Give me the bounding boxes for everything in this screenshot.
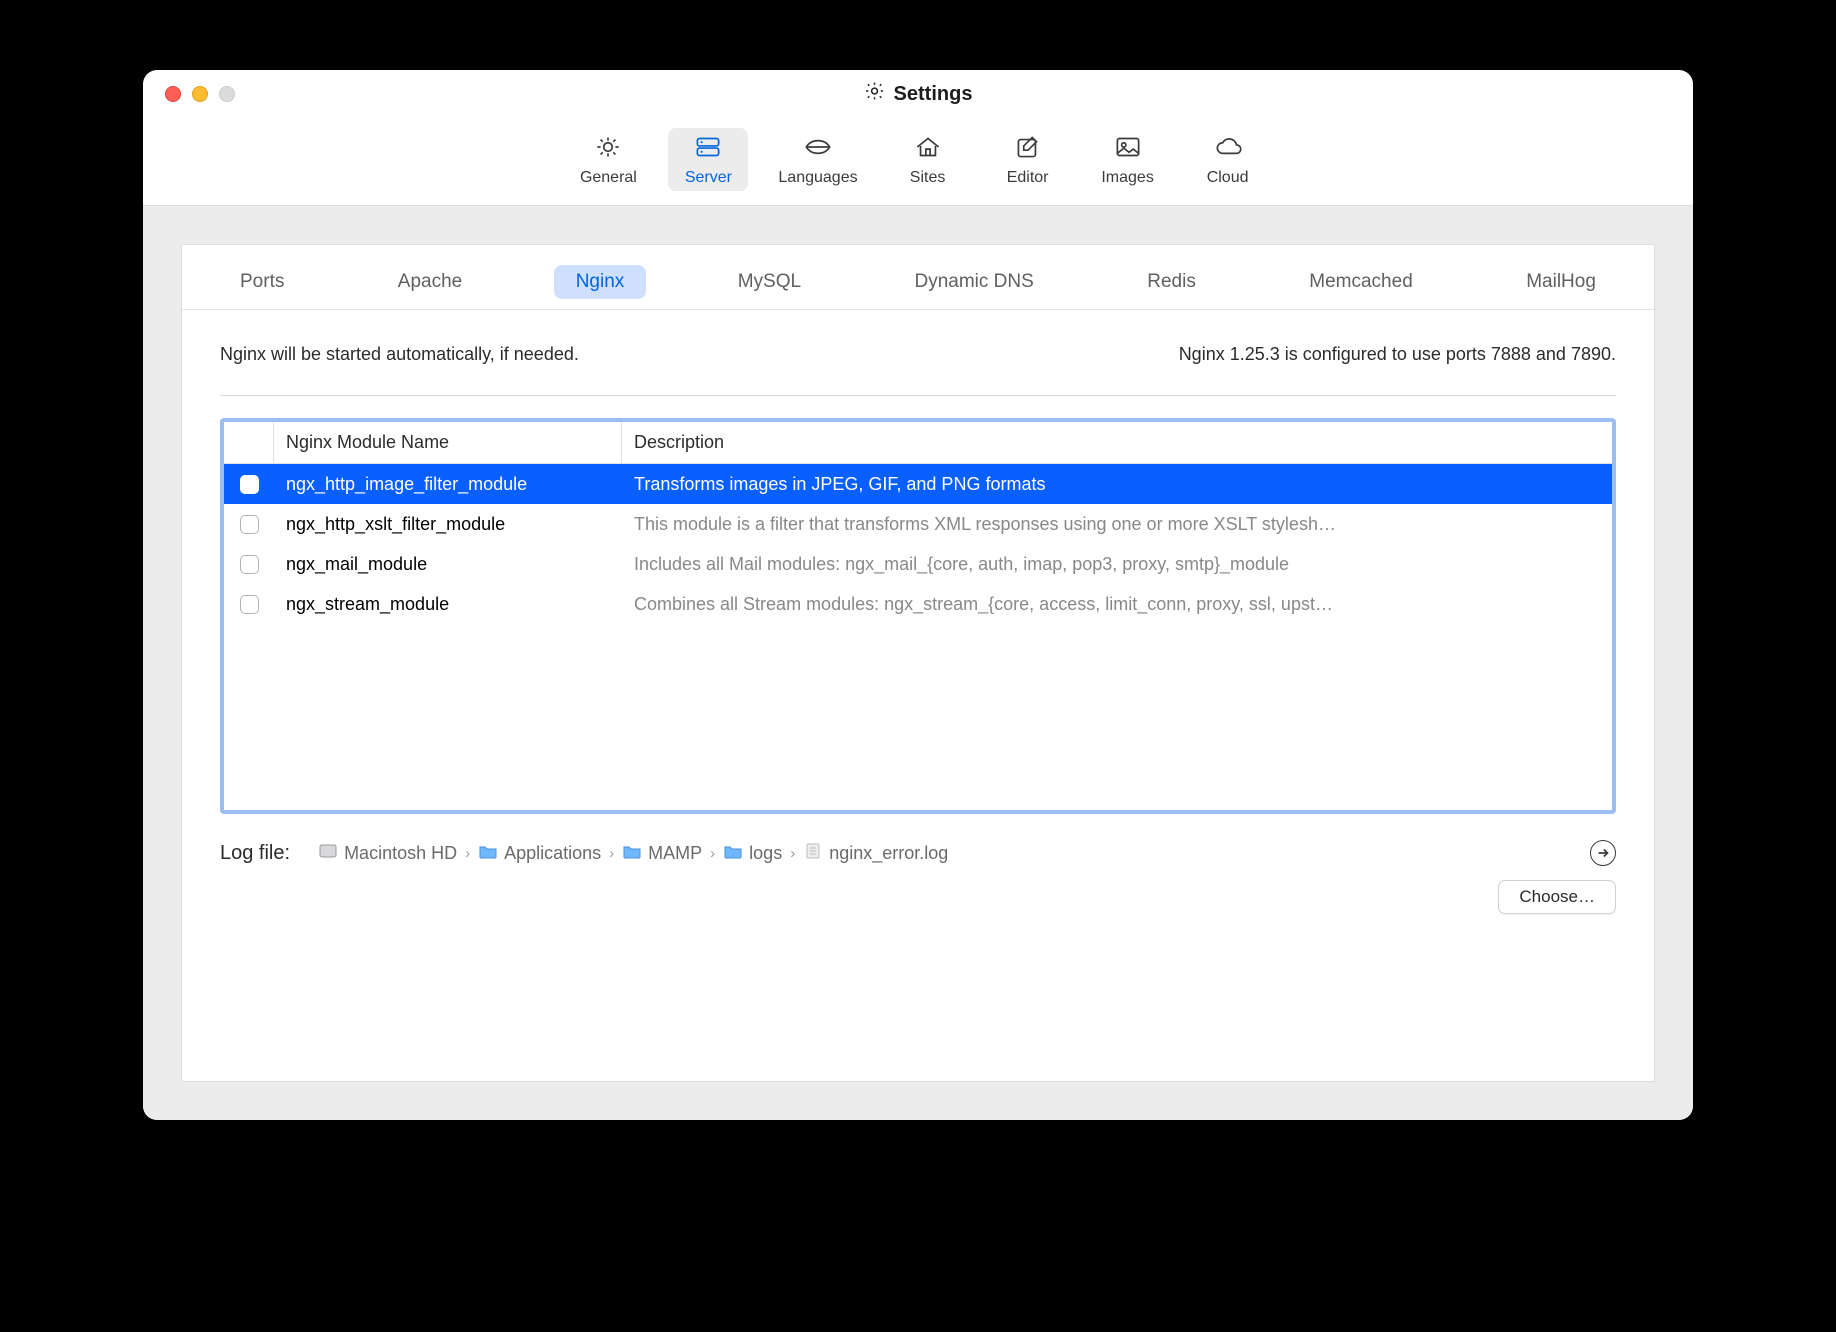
log-file-row: Log file: Macintosh HD › Applications › MAMP… — [220, 840, 1616, 866]
toolbar-sites[interactable]: Sites — [888, 128, 968, 191]
chevron-right-icon: › — [788, 845, 797, 862]
breadcrumb-text: MAMP — [648, 843, 702, 864]
breadcrumb-text: Macintosh HD — [344, 843, 457, 864]
breadcrumb-item[interactable]: Applications — [478, 842, 601, 865]
breadcrumb: Macintosh HD › Applications › MAMP › logs › ngin… — [318, 842, 948, 865]
divider — [220, 395, 1616, 396]
toolbar-images[interactable]: Images — [1088, 128, 1168, 191]
checkbox[interactable] — [240, 515, 259, 534]
gear-icon — [591, 134, 625, 165]
breadcrumb-item[interactable]: logs — [723, 842, 782, 865]
toolbar: General Server Languages Sites Editor — [143, 118, 1693, 206]
module-desc: Combines all Stream modules: ngx_stream_… — [622, 594, 1612, 615]
server-panel: Ports Apache Nginx MySQL Dynamic DNS Red… — [181, 244, 1655, 1082]
status-left: Nginx will be started automatically, if … — [220, 344, 579, 365]
choose-row: Choose… — [220, 880, 1616, 914]
col-desc: Description — [622, 422, 1612, 463]
subtab-redis[interactable]: Redis — [1125, 265, 1218, 299]
lips-icon — [801, 134, 835, 165]
subtab-mysql[interactable]: MySQL — [716, 265, 823, 299]
cloud-icon — [1211, 134, 1245, 165]
window-title: Settings — [864, 80, 973, 108]
subtab-dynamic-dns[interactable]: Dynamic DNS — [893, 265, 1056, 299]
toolbar-label: Sites — [910, 169, 946, 187]
titlebar: Settings — [143, 70, 1693, 118]
col-name: Nginx Module Name — [274, 422, 622, 463]
maximize-button — [219, 86, 235, 102]
subtab-nginx[interactable]: Nginx — [554, 265, 647, 299]
checkbox-cell[interactable] — [224, 475, 274, 494]
image-icon — [1111, 134, 1145, 165]
breadcrumb-text: nginx_error.log — [829, 843, 948, 864]
table-body: ngx_http_image_filter_moduleTransforms i… — [224, 464, 1612, 624]
checkbox-cell[interactable] — [224, 595, 274, 614]
folder-icon — [723, 842, 743, 865]
checkbox[interactable] — [240, 555, 259, 574]
toolbar-label: Cloud — [1207, 169, 1249, 187]
house-icon — [911, 134, 945, 165]
toolbar-label: Editor — [1007, 169, 1049, 187]
table-row[interactable]: ngx_http_xslt_filter_moduleThis module i… — [224, 504, 1612, 544]
status-row: Nginx will be started automatically, if … — [220, 310, 1616, 395]
file-icon — [803, 842, 823, 865]
subtab-mailhog[interactable]: MailHog — [1504, 265, 1618, 299]
breadcrumb-text: logs — [749, 843, 782, 864]
gear-icon — [864, 80, 886, 108]
toolbar-languages[interactable]: Languages — [768, 128, 867, 191]
breadcrumb-item[interactable]: MAMP — [622, 842, 702, 865]
chevron-right-icon: › — [607, 845, 616, 862]
disk-icon — [318, 842, 338, 865]
col-checkbox — [224, 422, 274, 463]
toolbar-general[interactable]: General — [568, 128, 648, 191]
edit-icon — [1011, 134, 1045, 165]
subtab-apache[interactable]: Apache — [376, 265, 484, 299]
toolbar-label: Server — [685, 169, 732, 187]
module-name: ngx_http_xslt_filter_module — [274, 514, 622, 535]
chevron-right-icon: › — [708, 845, 717, 862]
folder-icon — [478, 842, 498, 865]
toolbar-server[interactable]: Server — [668, 128, 748, 191]
minimize-button[interactable] — [192, 86, 208, 102]
table-header: Nginx Module Name Description — [224, 422, 1612, 464]
choose-button[interactable]: Choose… — [1498, 880, 1616, 914]
module-desc: This module is a filter that transforms … — [622, 514, 1612, 535]
checkbox-cell[interactable] — [224, 515, 274, 534]
subtabs: Ports Apache Nginx MySQL Dynamic DNS Red… — [182, 245, 1654, 310]
toolbar-label: General — [580, 169, 637, 187]
module-name: ngx_mail_module — [274, 554, 622, 575]
status-right: Nginx 1.25.3 is configured to use ports … — [1179, 344, 1616, 365]
module-name: ngx_stream_module — [274, 594, 622, 615]
modules-table[interactable]: Nginx Module Name Description ngx_http_i… — [220, 418, 1616, 814]
checkbox[interactable] — [240, 475, 259, 494]
server-icon — [691, 134, 725, 165]
subtab-ports[interactable]: Ports — [218, 265, 306, 299]
close-button[interactable] — [165, 86, 181, 102]
module-desc: Transforms images in JPEG, GIF, and PNG … — [622, 474, 1612, 495]
breadcrumb-item[interactable]: Macintosh HD — [318, 842, 457, 865]
breadcrumb-item[interactable]: nginx_error.log — [803, 842, 948, 865]
breadcrumb-text: Applications — [504, 843, 601, 864]
log-file-label: Log file: — [220, 842, 290, 865]
toolbar-cloud[interactable]: Cloud — [1188, 128, 1268, 191]
table-row[interactable]: ngx_http_image_filter_moduleTransforms i… — [224, 464, 1612, 504]
settings-window: Settings General Server Languages Sit — [143, 70, 1693, 1120]
reveal-button[interactable] — [1590, 840, 1616, 866]
toolbar-label: Languages — [778, 169, 857, 187]
checkbox-cell[interactable] — [224, 555, 274, 574]
module-name: ngx_http_image_filter_module — [274, 474, 622, 495]
toolbar-label: Images — [1101, 169, 1153, 187]
toolbar-editor[interactable]: Editor — [988, 128, 1068, 191]
chevron-right-icon: › — [463, 845, 472, 862]
table-row[interactable]: ngx_stream_moduleCombines all Stream mod… — [224, 584, 1612, 624]
content-area: Ports Apache Nginx MySQL Dynamic DNS Red… — [143, 206, 1693, 1120]
table-row[interactable]: ngx_mail_moduleIncludes all Mail modules… — [224, 544, 1612, 584]
module-desc: Includes all Mail modules: ngx_mail_{cor… — [622, 554, 1612, 575]
folder-icon — [622, 842, 642, 865]
subtab-memcached[interactable]: Memcached — [1287, 265, 1435, 299]
checkbox[interactable] — [240, 595, 259, 614]
window-title-text: Settings — [894, 83, 973, 106]
window-controls — [143, 86, 235, 102]
